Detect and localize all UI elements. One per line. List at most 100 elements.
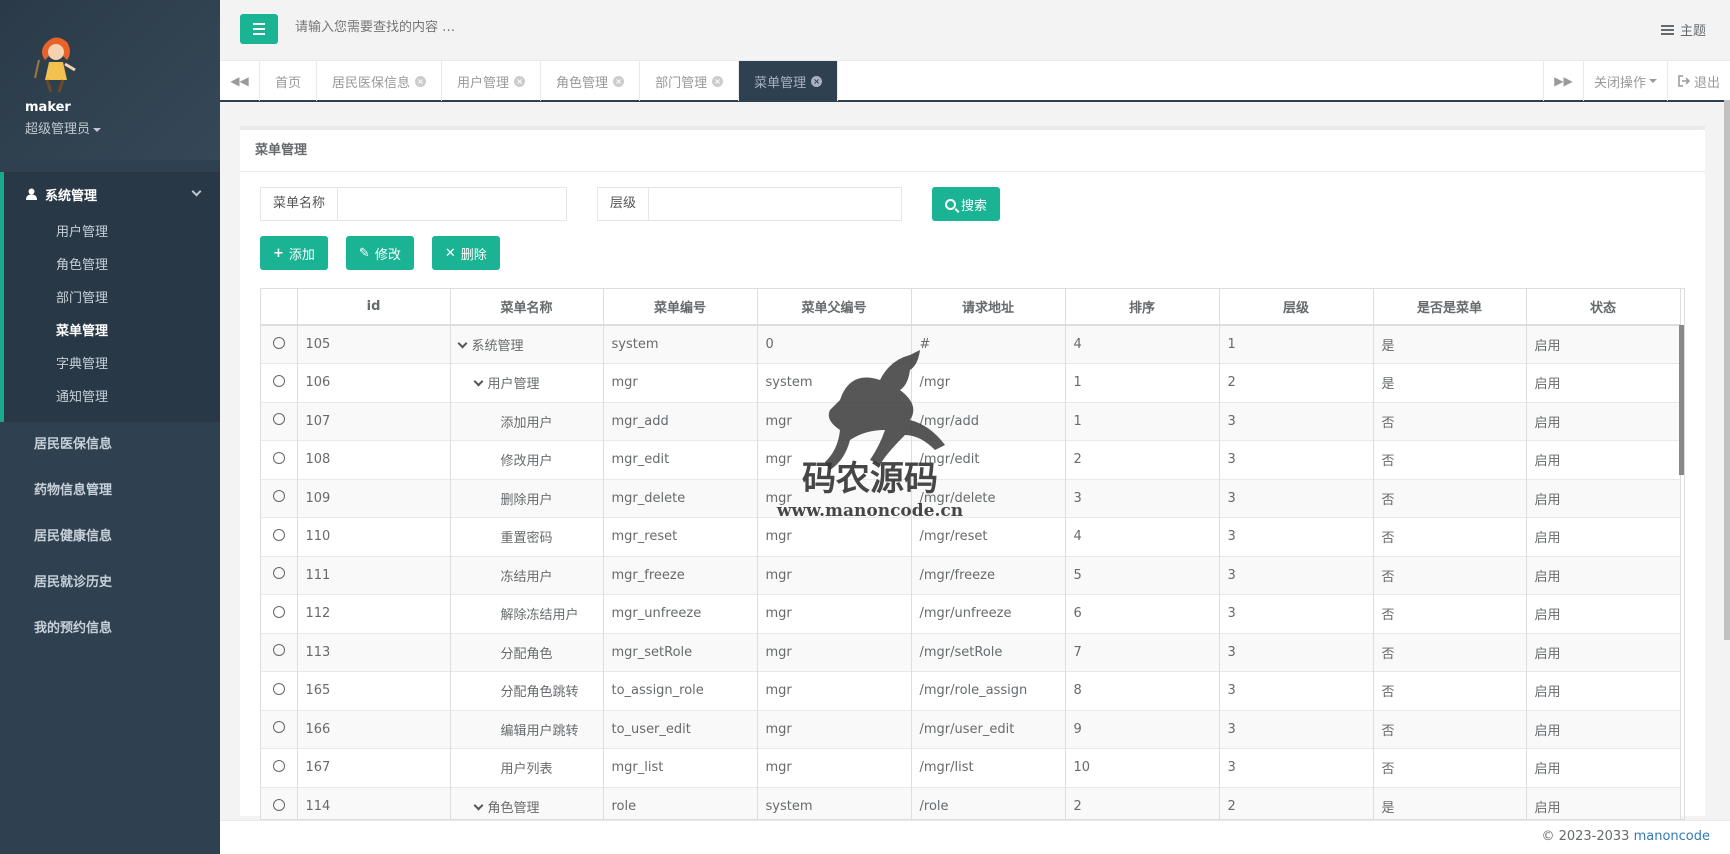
cell-sort: 5 (1065, 555, 1220, 595)
table-row[interactable]: 108 修改用户 mgr_edit mgr/mgr/edit 2 3 否启用 (261, 440, 1681, 479)
avatar[interactable] (27, 30, 83, 94)
cell-status: 启用 (1526, 363, 1681, 402)
column-header[interactable]: 菜单名称 (450, 289, 604, 326)
column-header[interactable]: 菜单父编号 (757, 289, 912, 326)
delete-label: 删除 (460, 247, 487, 263)
row-radio[interactable] (272, 374, 285, 387)
table-scrollbar[interactable] (1679, 325, 1684, 475)
chevron-down-icon[interactable] (473, 800, 483, 811)
sidebar-nav-item-2[interactable]: 居民健康信息 (0, 514, 220, 560)
cell-status: 启用 (1526, 748, 1681, 787)
chevron-down-icon[interactable] (457, 338, 467, 349)
tab-1[interactable]: 居民医保信息 × (317, 61, 443, 101)
table-row[interactable]: 106 用户管理 mgr system/mgr 1 2 是启用 (261, 363, 1681, 402)
sidebar-item-5[interactable]: 通知管理 (4, 381, 220, 414)
sidebar-item-0[interactable]: 用户管理 (4, 216, 220, 249)
row-radio[interactable] (272, 605, 285, 618)
row-select-cell (261, 594, 298, 633)
column-header[interactable]: id (297, 289, 451, 326)
close-icon[interactable]: × (712, 75, 724, 87)
table-row[interactable]: 111 冻结用户 mgr_freeze mgr/mgr/freeze 5 3 否启用 (261, 555, 1681, 595)
close-icon[interactable]: × (811, 75, 823, 87)
column-header[interactable]: 层级 (1219, 289, 1374, 326)
row-select-cell (261, 517, 298, 556)
cell-level: 3 (1219, 594, 1374, 633)
page-scrollbar[interactable] (1724, 100, 1730, 640)
menu-toggle-button[interactable] (240, 14, 278, 44)
tab-4[interactable]: 部门管理 × (640, 61, 740, 101)
sidebar-nav-item-0[interactable]: 居民医保信息 (0, 422, 220, 468)
cell-id: 109 (297, 478, 451, 518)
row-select-cell (261, 671, 298, 710)
close-icon[interactable]: × (613, 75, 625, 87)
footer-link[interactable]: manoncode (1634, 829, 1710, 844)
cell-sort: 1 (1065, 401, 1220, 441)
row-radio[interactable] (272, 336, 285, 349)
top-search-input[interactable] (295, 20, 695, 35)
column-header[interactable]: 菜单编号 (603, 289, 758, 326)
edit-button[interactable]: ✎ 修改 (345, 236, 414, 270)
footer-copyright: © 2023-2033 (1541, 829, 1630, 844)
cell-ismenu: 否 (1373, 594, 1527, 633)
theme-button[interactable]: 主题 (1660, 20, 1706, 39)
column-header[interactable]: 排序 (1065, 289, 1220, 326)
table-row[interactable]: 167 用户列表 mgr_list mgr/mgr/list 10 3 否启用 (261, 748, 1681, 787)
tab-0[interactable]: 首页 (260, 61, 318, 101)
table-row[interactable]: 114 角色管理 role system/role 2 2 是启用 (261, 786, 1681, 819)
row-radio[interactable] (272, 413, 285, 426)
logout-button[interactable]: 退出 (1666, 61, 1730, 101)
column-header[interactable]: 状态 (1526, 289, 1681, 326)
row-radio[interactable] (272, 759, 285, 772)
close-icon[interactable]: × (415, 75, 427, 87)
column-header[interactable]: 请求地址 (911, 289, 1066, 326)
sidebar-item-4[interactable]: 字典管理 (4, 348, 220, 381)
close-operations-dropdown[interactable]: 关闭操作 (1582, 61, 1667, 101)
row-radio[interactable] (272, 528, 285, 541)
cell-sort: 2 (1065, 440, 1220, 479)
table-row[interactable]: 110 重置密码 mgr_reset mgr/mgr/reset 4 3 否启用 (261, 517, 1681, 556)
sidebar-item-2[interactable]: 部门管理 (4, 282, 220, 315)
sidebar-nav-item-1[interactable]: 药物信息管理 (0, 468, 220, 514)
cell-code: to_assign_role (603, 671, 758, 710)
table-row[interactable]: 105 系统管理 system 0 #4 1 是启用 (261, 324, 1681, 364)
table-row[interactable]: 165 分配角色跳转 to_assign_role mgr/mgr/role_assi… (261, 671, 1681, 710)
cell-sort: 4 (1065, 324, 1220, 364)
row-radio[interactable] (272, 721, 285, 734)
tab-2[interactable]: 用户管理 × (442, 61, 542, 101)
cell-name: 编辑用户跳转 (450, 709, 604, 749)
cell-name: 冻结用户 (450, 555, 604, 595)
table-row[interactable]: 113 分配角色 mgr_setRole mgr/mgr/setRole 7 3 否启用 (261, 632, 1681, 672)
menu-name-input[interactable] (338, 188, 567, 220)
table-row[interactable]: 107 添加用户 mgr_add mgr/mgr/add 1 3 否启用 (261, 401, 1681, 441)
tabs-scroll-right-button[interactable]: ▶▶ (1542, 61, 1583, 101)
sidebar-nav-item-3[interactable]: 居民就诊历史 (0, 560, 220, 606)
tab-5[interactable]: 菜单管理 × (739, 61, 839, 101)
tab-3[interactable]: 角色管理 × (541, 61, 641, 101)
nav-group-toggle-system[interactable]: 系统管理 (4, 172, 220, 216)
sidebar-nav-item-4[interactable]: 我的预约信息 (0, 606, 220, 652)
level-input[interactable] (649, 188, 902, 220)
sidebar-item-1[interactable]: 角色管理 (4, 249, 220, 282)
row-radio[interactable] (272, 798, 285, 811)
cell-status: 启用 (1526, 594, 1681, 633)
table-row[interactable]: 109 删除用户 mgr_delete mgr/mgr/delete 3 3 否启用 (261, 478, 1681, 518)
row-radio[interactable] (272, 567, 285, 580)
column-header[interactable]: 是否是菜单 (1373, 289, 1527, 326)
chevron-down-icon[interactable] (473, 376, 483, 387)
search-button[interactable]: 搜索 (932, 187, 1001, 221)
cell-ismenu: 是 (1373, 324, 1527, 364)
delete-button[interactable]: ✕ 删除 (431, 236, 500, 270)
tabs-scroll-left-button[interactable]: ◀◀ (220, 61, 260, 101)
menu-name-text: 重置密码 (500, 531, 553, 547)
close-icon[interactable]: × (514, 75, 526, 87)
table-row[interactable]: 112 解除冻结用户 mgr_unfreeze mgr/mgr/unfreeze 6 3 否… (261, 594, 1681, 633)
row-radio[interactable] (272, 644, 285, 657)
row-radio[interactable] (272, 682, 285, 695)
row-radio[interactable] (272, 490, 285, 503)
user-role-dropdown[interactable]: 超级管理员 (25, 118, 220, 137)
table-row[interactable]: 166 编辑用户跳转 to_user_edit mgr/mgr/user_edit 9 3… (261, 709, 1681, 749)
add-button[interactable]: + 添加 (260, 236, 328, 270)
cell-url: /mgr/user_edit (911, 709, 1066, 749)
sidebar-item-3[interactable]: 菜单管理 (4, 315, 220, 348)
row-radio[interactable] (272, 451, 285, 464)
